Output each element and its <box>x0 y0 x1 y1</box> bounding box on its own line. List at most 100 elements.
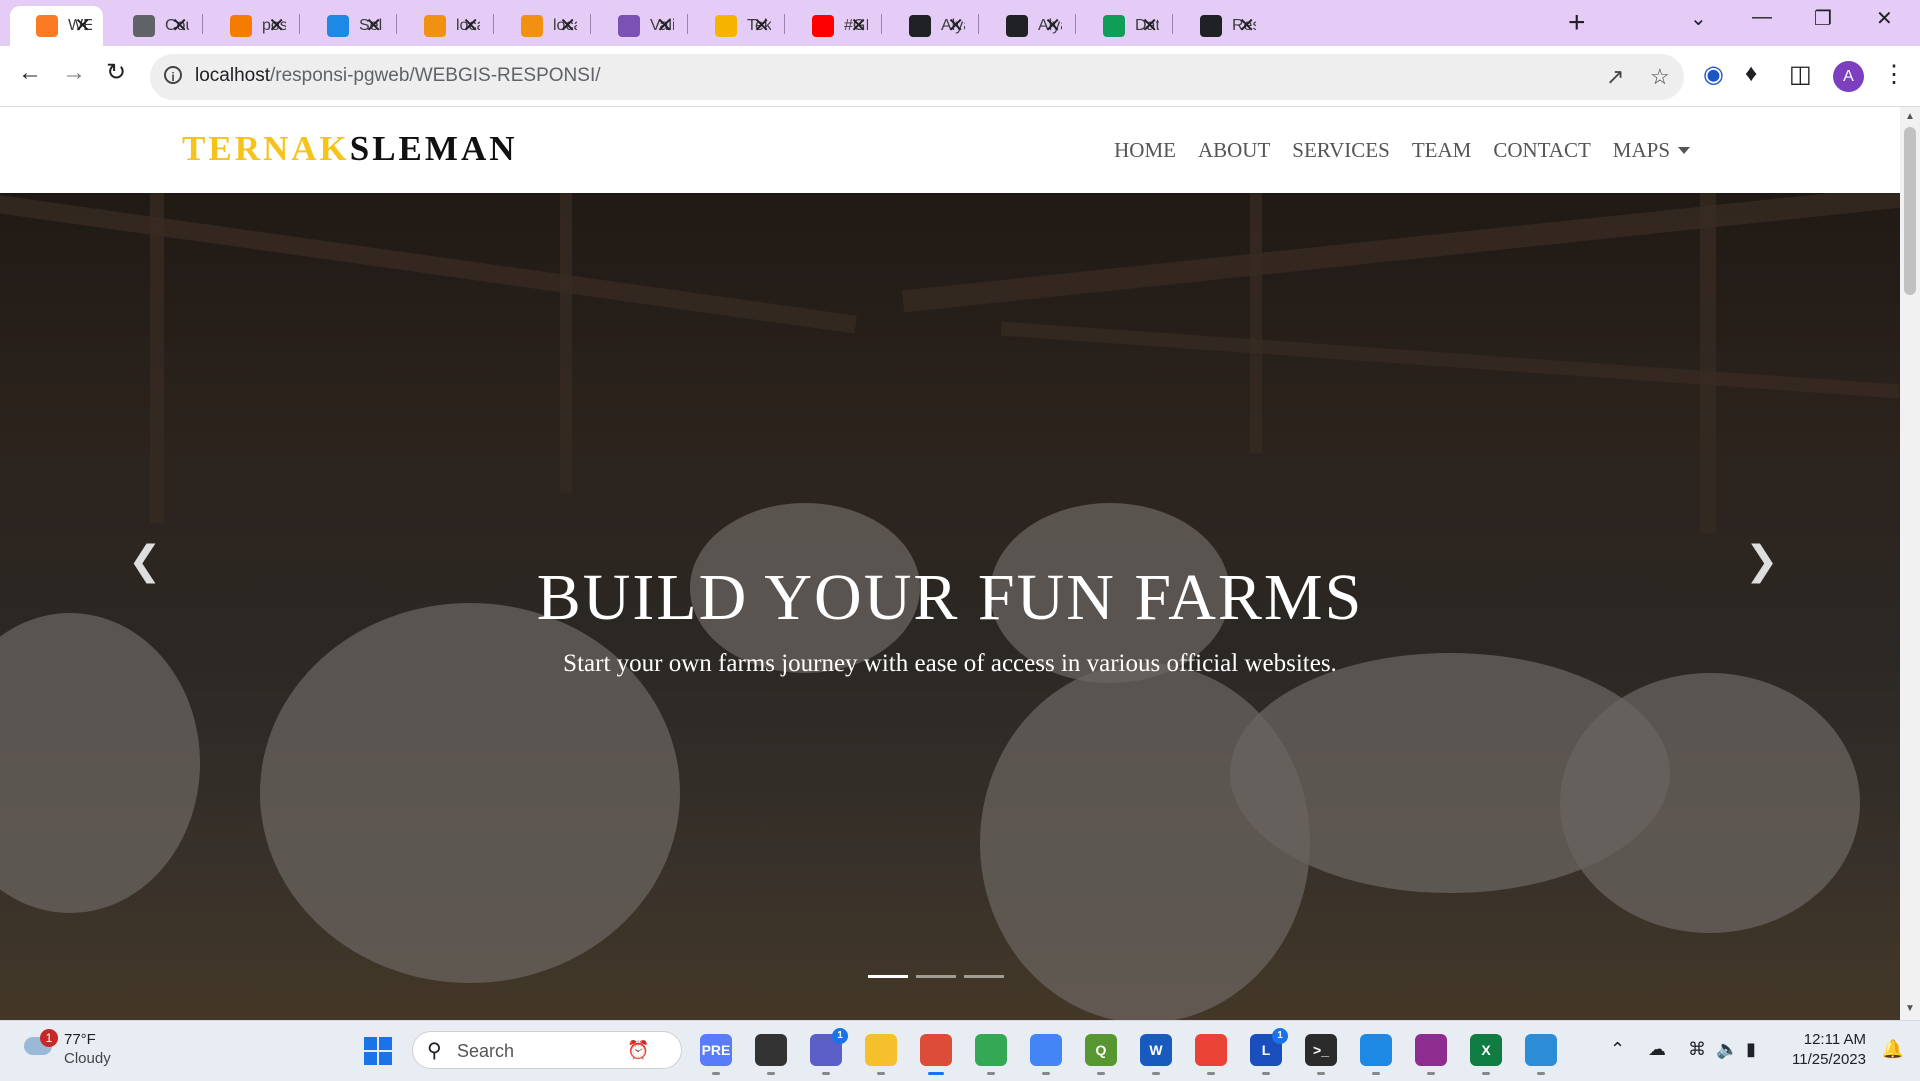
scroll-up-icon[interactable]: ▲ <box>1905 111 1915 122</box>
page-scrollbar[interactable]: ▲ ▼ <box>1900 107 1920 1020</box>
teams-chat-icon[interactable]: 1 <box>810 1028 848 1075</box>
carousel-indicator-1[interactable] <box>868 975 908 978</box>
tab-close-icon[interactable]: ✕ <box>1044 15 1061 37</box>
lingo-icon[interactable]: L1 <box>1250 1028 1288 1075</box>
web-page: TERNAKSLEMAN HOME ABOUT SERVICES TEAM CO… <box>0 107 1900 1020</box>
browser-tab[interactable]: Dat ✕ <box>1077 6 1170 46</box>
tab-close-icon[interactable]: ✕ <box>850 15 867 37</box>
nav-contact[interactable]: CONTACT <box>1493 138 1590 163</box>
nav-maps-dropdown[interactable]: MAPS <box>1613 138 1690 163</box>
running-indicator <box>987 1072 995 1075</box>
vscode-icon[interactable] <box>1360 1034 1392 1075</box>
tab-close-icon[interactable]: ✕ <box>559 15 576 37</box>
weather-temp: 77°F <box>64 1031 96 1048</box>
new-tab-button[interactable]: + <box>1568 8 1586 38</box>
chrome-n-icon[interactable] <box>1195 1034 1227 1075</box>
tab-close-icon[interactable]: ✕ <box>753 15 770 37</box>
browser-menu-icon[interactable]: ⋮ <box>1882 60 1906 89</box>
qgis-icon[interactable]: Q <box>1085 1034 1117 1075</box>
app-icon-label: >_ <box>1313 1042 1329 1058</box>
tab-close-icon[interactable]: ✕ <box>462 15 479 37</box>
profile-avatar[interactable]: A <box>1833 61 1864 92</box>
browser-tab[interactable]: loca✕ <box>398 6 491 46</box>
url-text[interactable]: localhost/responsi-pgweb/WEBGIS-RESPONSI… <box>195 65 601 87</box>
browser-tab[interactable]: Vali ✕ <box>592 6 685 46</box>
running-indicator <box>767 1072 775 1075</box>
reload-button[interactable]: ↻ <box>106 58 126 88</box>
tab-close-icon[interactable]: ✕ <box>656 15 673 37</box>
nav-services[interactable]: SERVICES <box>1292 138 1390 163</box>
copilot-pre-icon[interactable]: PRE <box>700 1034 732 1075</box>
network-alert-icon[interactable]: ☁ <box>1648 1039 1666 1060</box>
minimize-button[interactable]: — <box>1752 6 1772 29</box>
chrome-a-icon[interactable] <box>920 1034 952 1075</box>
extension-icon[interactable]: ◉ <box>1703 60 1724 89</box>
side-panel-icon[interactable]: ◫ <box>1789 60 1812 89</box>
tab-close-icon[interactable]: ✕ <box>74 15 91 37</box>
start-button[interactable] <box>364 1037 392 1065</box>
nav-team[interactable]: TEAM <box>1412 138 1472 163</box>
maps-app-icon[interactable] <box>1525 1034 1557 1075</box>
winrar-icon[interactable] <box>1415 1034 1447 1075</box>
share-icon[interactable]: ↗ <box>1606 64 1624 90</box>
site-info-icon[interactable]: i <box>164 66 182 84</box>
battery-icon[interactable]: ▮ <box>1746 1039 1756 1060</box>
running-indicator <box>712 1072 720 1075</box>
browser-tab[interactable]: pos ✕ <box>204 6 297 46</box>
system-clock[interactable]: 12:11 AM 11/25/2023 <box>1792 1030 1866 1070</box>
chrome-b-icon[interactable] <box>1030 1034 1062 1075</box>
chrome-icon[interactable] <box>975 1034 1007 1075</box>
word-icon[interactable]: W <box>1140 1034 1172 1075</box>
bookmark-star-icon[interactable]: ☆ <box>1650 64 1670 90</box>
clock-time: 12:11 AM <box>1803 1031 1866 1048</box>
taskbar-search[interactable]: ⚲ Search ⏰ <box>412 1031 682 1069</box>
browser-tab[interactable]: Cou✕ <box>107 6 200 46</box>
browser-tab[interactable]: loca✕ <box>495 6 588 46</box>
windows-logo-tile <box>364 1037 377 1050</box>
scroll-down-icon[interactable]: ▼ <box>1905 1003 1915 1014</box>
nav-about[interactable]: ABOUT <box>1198 138 1270 163</box>
terminal-icon[interactable]: >_ <box>1305 1034 1337 1075</box>
slides-icon <box>715 15 737 37</box>
forward-button[interactable]: → <box>62 58 86 88</box>
brand-part-ternak: TERNAK <box>182 129 350 168</box>
back-button[interactable]: ← <box>18 58 42 88</box>
tab-close-icon[interactable]: ✕ <box>1238 15 1255 37</box>
running-indicator <box>1537 1072 1545 1075</box>
excel-icon[interactable]: X <box>1470 1034 1502 1075</box>
tab-close-icon[interactable]: ✕ <box>268 15 285 37</box>
app-badge: 1 <box>1272 1028 1288 1044</box>
tab-close-icon[interactable]: ✕ <box>365 15 382 37</box>
carousel-indicator-2[interactable] <box>916 975 956 978</box>
browser-tab[interactable]: Sela✕ <box>301 6 394 46</box>
carousel-indicators <box>868 975 1004 978</box>
url-path: /responsi-pgweb/WEBGIS-RESPONSI/ <box>270 65 601 86</box>
running-indicator <box>877 1072 885 1075</box>
browser-tab[interactable]: #GI ✕ <box>786 6 879 46</box>
extensions-puzzle-icon[interactable]: ♦ <box>1745 60 1757 88</box>
browser-tab[interactable]: Res✕ <box>1174 6 1267 46</box>
tab-separator <box>881 14 882 34</box>
show-hidden-icons-chevron-icon[interactable]: ⌃ <box>1610 1039 1625 1060</box>
site-brand[interactable]: TERNAKSLEMAN <box>182 129 518 169</box>
restore-button[interactable]: ❐ <box>1814 6 1832 31</box>
carousel-indicator-3[interactable] <box>964 975 1004 978</box>
browser-tab[interactable]: WEB✕ <box>10 6 103 46</box>
notification-bell-icon[interactable]: 🔔 <box>1882 1039 1904 1060</box>
tab-close-icon[interactable]: ✕ <box>1141 15 1158 37</box>
nav-home[interactable]: HOME <box>1114 138 1176 163</box>
browser-tab[interactable]: Tekı✕ <box>689 6 782 46</box>
address-bar[interactable]: i localhost/responsi-pgweb/WEBGIS-RESPON… <box>150 54 1684 100</box>
browser-tab[interactable]: Alya✕ <box>980 6 1073 46</box>
windows-logo-tile <box>379 1037 392 1050</box>
file-explorer-icon[interactable] <box>865 1034 897 1075</box>
tab-search-chevron-icon[interactable]: ⌄ <box>1690 6 1707 31</box>
close-window-button[interactable]: ✕ <box>1876 6 1893 31</box>
browser-tab[interactable]: Alya✕ <box>883 6 976 46</box>
wifi-icon[interactable]: ⌘ <box>1688 1039 1706 1060</box>
tab-close-icon[interactable]: ✕ <box>947 15 964 37</box>
scrollbar-thumb[interactable] <box>1904 127 1916 295</box>
tab-close-icon[interactable]: ✕ <box>171 15 188 37</box>
volume-icon[interactable]: 🔈 <box>1716 1039 1738 1060</box>
task-view-icon[interactable] <box>755 1034 787 1075</box>
